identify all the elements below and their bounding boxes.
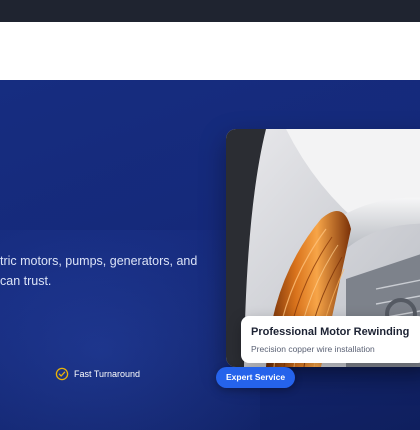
top-strip — [0, 0, 420, 22]
check-circle-icon — [55, 367, 69, 381]
hero-section: tric motors, pumps, generators, and can … — [0, 80, 420, 430]
caption-title: Professional Motor Rewinding — [251, 326, 410, 338]
expert-service-badge: Expert Service — [216, 367, 296, 388]
hero-description: tric motors, pumps, generators, and can … — [0, 254, 198, 288]
site-header — [0, 22, 420, 81]
caption-subtitle: Precision copper wire installation — [251, 344, 375, 354]
feature-label: Fast Turnaround — [74, 369, 141, 379]
feature-fast-turnaround: Fast Turnaround — [55, 367, 140, 381]
image-caption-card: Professional Motor Rewinding Precision c… — [241, 316, 420, 363]
